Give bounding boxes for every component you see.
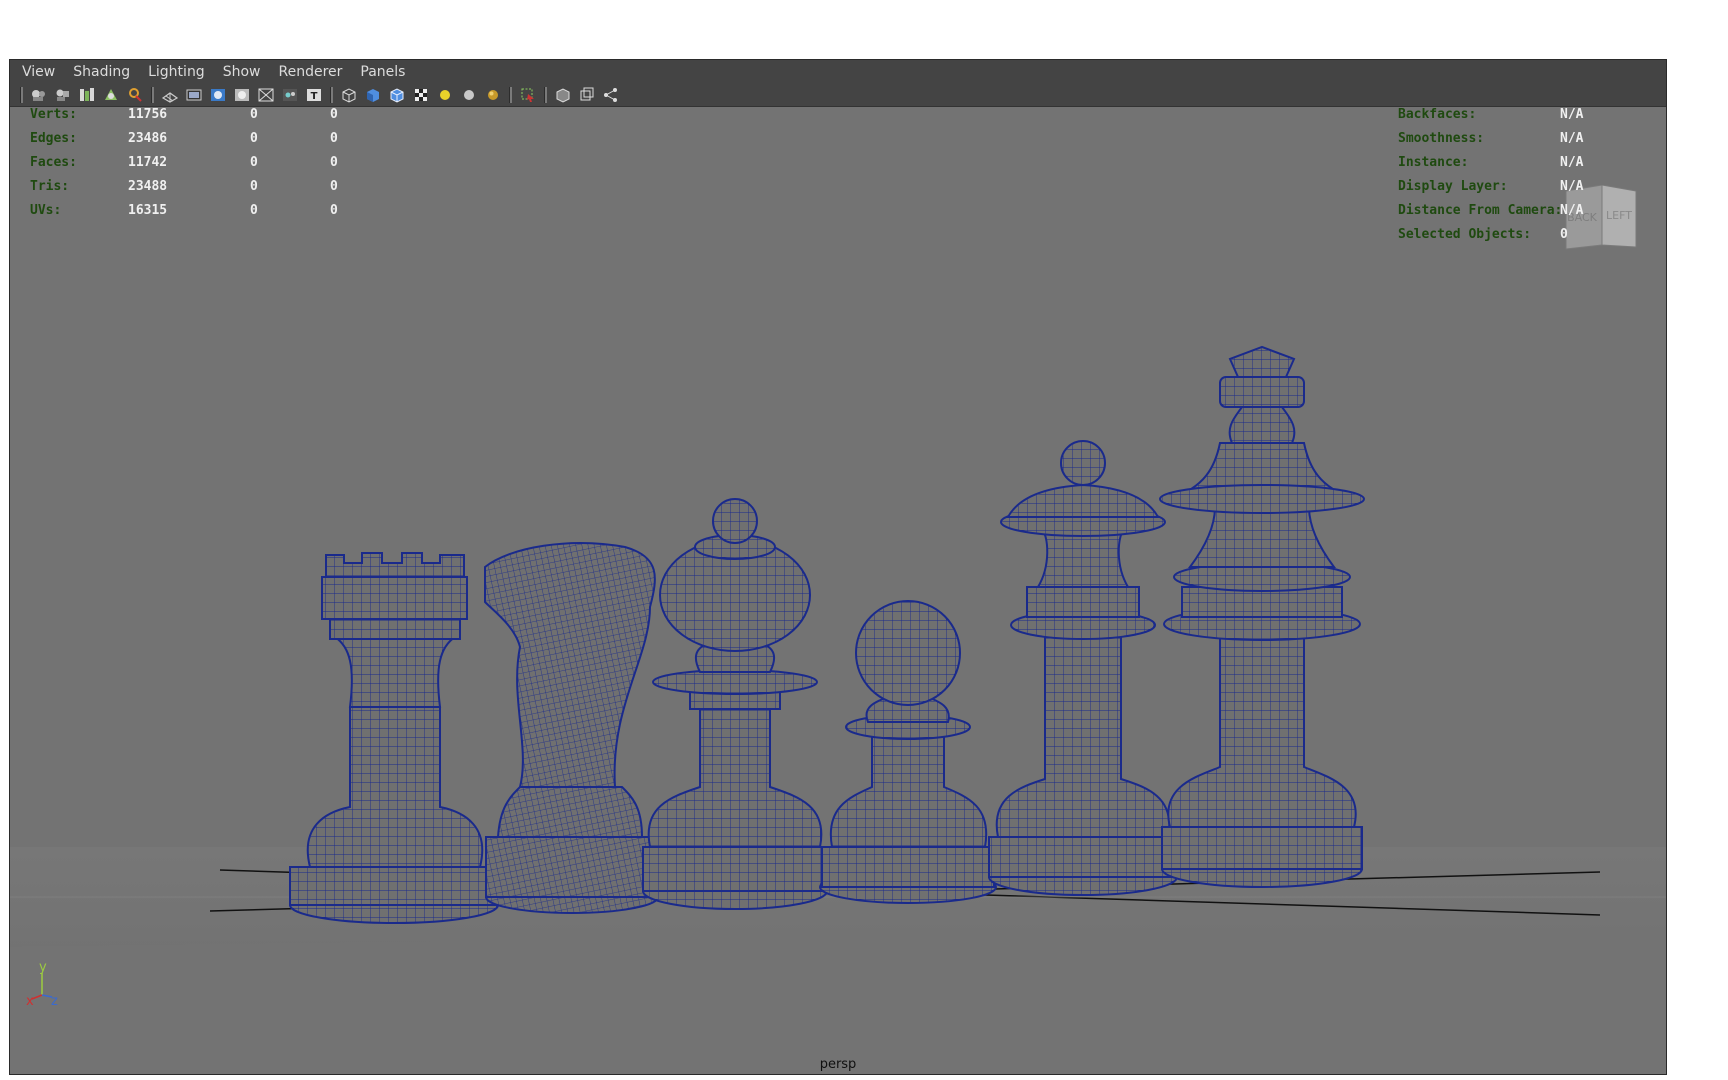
camera-name-label: persp xyxy=(819,1057,857,1072)
pawn-piece[interactable] xyxy=(819,600,997,904)
safe-title-icon[interactable]: T xyxy=(305,86,323,104)
safe-action-icon[interactable] xyxy=(281,86,299,104)
toolbar-separator xyxy=(544,86,547,103)
hud-row-backfaces: Backfaces: N/A xyxy=(1398,107,1584,122)
wireframe-on-shaded-icon[interactable] xyxy=(388,86,406,104)
axis-y-label: y xyxy=(39,960,47,975)
smooth-shade-icon[interactable] xyxy=(364,86,382,104)
menu-shading[interactable]: Shading xyxy=(73,64,130,80)
camera-attributes-icon[interactable] xyxy=(54,86,72,104)
axis-x-label: x xyxy=(26,994,34,1009)
hud-row-smoothness: Smoothness: N/A xyxy=(1398,131,1584,146)
panel-menubar: View Shading Lighting Show Renderer Pane… xyxy=(10,60,1666,83)
image-plane-icon[interactable] xyxy=(102,86,120,104)
axis-gizmo: y x z xyxy=(26,960,58,1009)
hud-row-edges: Edges: 23486 0 0 xyxy=(30,131,338,146)
field-chart-icon[interactable] xyxy=(257,86,275,104)
screen-space-ao-icon[interactable] xyxy=(484,86,502,104)
menu-lighting[interactable]: Lighting xyxy=(148,64,205,80)
use-default-light-icon[interactable] xyxy=(436,86,454,104)
hud-row-instance: Instance: N/A xyxy=(1398,155,1584,170)
menu-show[interactable]: Show xyxy=(223,64,261,80)
resolution-gate-icon[interactable] xyxy=(209,86,227,104)
2d-pan-zoom-icon[interactable] xyxy=(126,86,144,104)
queen-piece[interactable] xyxy=(988,440,1178,896)
grid-icon[interactable] xyxy=(161,86,179,104)
camera-select-icon[interactable] xyxy=(30,86,48,104)
hud-row-display-layer: Display Layer: N/A xyxy=(1398,179,1584,194)
xray-joints-icon[interactable] xyxy=(578,86,596,104)
chess-scene xyxy=(10,345,1666,947)
film-gate-icon[interactable] xyxy=(185,86,203,104)
hud-row-uvs: UVs: 16315 0 0 xyxy=(30,203,338,218)
toolbar-separator xyxy=(151,86,154,103)
bookmarks-icon[interactable] xyxy=(78,86,96,104)
toolbar-separator xyxy=(20,86,23,103)
shadows-icon[interactable] xyxy=(460,86,478,104)
hud-row-selected-objects: Selected Objects: 0 xyxy=(1398,227,1568,242)
toolbar-separator xyxy=(330,86,333,103)
menu-view[interactable]: View xyxy=(22,64,55,80)
isolate-select-icon[interactable] xyxy=(519,86,537,104)
svg-text:T: T xyxy=(311,91,318,102)
menu-panels[interactable]: Panels xyxy=(360,64,405,80)
axis-z-label: z xyxy=(51,994,58,1009)
hud-row-verts: Verts: 11756 0 0 xyxy=(30,107,338,122)
hud-row-tris: Tris: 23488 0 0 xyxy=(30,179,338,194)
wireframe-icon[interactable] xyxy=(340,86,358,104)
menu-renderer[interactable]: Renderer xyxy=(278,64,342,80)
hud-row-faces: Faces: 11742 0 0 xyxy=(30,155,338,170)
xray-icon[interactable] xyxy=(554,86,572,104)
gate-mask-icon[interactable] xyxy=(233,86,251,104)
textured-icon[interactable] xyxy=(412,86,430,104)
knight-piece[interactable] xyxy=(484,542,659,914)
viewport-panel: View Shading Lighting Show Renderer Pane… xyxy=(9,59,1667,1075)
panel-toolbar: T xyxy=(10,83,1666,107)
bishop-piece[interactable] xyxy=(642,498,828,910)
king-piece[interactable] xyxy=(1159,345,1365,888)
rook-piece[interactable] xyxy=(289,552,499,924)
3d-viewport[interactable]: Verts: 11756 0 0 Edges: 23486 0 0 Faces:… xyxy=(10,107,1666,1074)
hud-row-distance-from-camera: Distance From Camera: N/A xyxy=(1398,203,1584,218)
xray-components-icon[interactable] xyxy=(602,86,620,104)
toolbar-separator xyxy=(509,86,512,103)
